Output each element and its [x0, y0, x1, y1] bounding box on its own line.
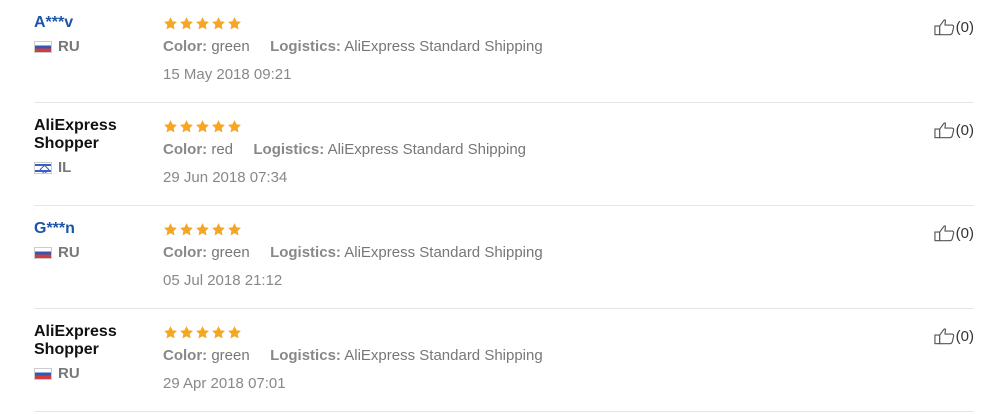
reviewer-info: AliExpress Shopper IL [34, 103, 154, 176]
logistics-value: AliExpress Standard Shipping [344, 244, 543, 261]
star-icon [164, 326, 177, 339]
flag-icon [34, 246, 52, 259]
thumbs-up-icon [934, 224, 955, 242]
star-icon [180, 223, 193, 236]
review-content: Color: green Logistics: AliExpress Stand… [163, 0, 543, 83]
reviewer-info: AliExpress Shopper RU [34, 309, 154, 382]
thumbs-up-icon [934, 121, 955, 139]
helpful-count: (0) [955, 121, 974, 139]
color-value: green [211, 347, 250, 364]
review-date: 29 Jun 2018 07:34 [163, 169, 288, 186]
logistics-label: Logistics: [270, 38, 341, 55]
feedback-item: AliExpress Shopper RU Color: green Logis… [34, 309, 974, 412]
star-rating [163, 325, 543, 341]
star-icon [196, 326, 209, 339]
helpful-button[interactable]: (0) [934, 18, 974, 36]
reviewer-country: RU [34, 244, 154, 261]
star-rating [163, 222, 543, 238]
star-icon [164, 17, 177, 30]
star-icon [228, 120, 241, 133]
star-icon [164, 223, 177, 236]
flag-icon [34, 40, 52, 53]
star-rating [163, 119, 526, 135]
review-content: Color: green Logistics: AliExpress Stand… [163, 309, 543, 392]
star-icon [228, 326, 241, 339]
helpful-button[interactable]: (0) [934, 121, 974, 139]
review-attributes: Color: green Logistics: AliExpress Stand… [163, 244, 543, 262]
color-label: Color: [163, 141, 208, 158]
reviewer-info: A***v RU [34, 0, 154, 55]
helpful-count: (0) [955, 224, 974, 242]
helpful-count: (0) [955, 327, 974, 345]
feedback-item: AliExpress Shopper IL Color: red Logisti… [34, 103, 974, 206]
reviewer-name: AliExpress Shopper [34, 323, 117, 358]
review-attributes: Color: green Logistics: AliExpress Stand… [163, 38, 543, 56]
thumbs-up-icon [934, 18, 955, 36]
star-icon [164, 120, 177, 133]
star-icon [212, 17, 225, 30]
color-label: Color: [163, 347, 208, 364]
review-date: 15 May 2018 09:21 [163, 66, 292, 83]
thumbs-up-icon [934, 327, 955, 345]
review-date: 29 Apr 2018 07:01 [163, 375, 286, 392]
reviewer-name: AliExpress Shopper [34, 117, 117, 152]
star-icon [196, 223, 209, 236]
star-icon [212, 120, 225, 133]
feedback-item: A***v RU Color: green Logistics: AliExpr… [34, 0, 974, 103]
logistics-value: AliExpress Standard Shipping [344, 38, 543, 55]
logistics-value: AliExpress Standard Shipping [327, 141, 527, 158]
review-attributes: Color: green Logistics: AliExpress Stand… [163, 347, 543, 365]
review-date: 05 Jul 2018 21:12 [163, 272, 283, 289]
star-icon [180, 17, 193, 30]
star-icon [180, 120, 193, 133]
helpful-button[interactable]: (0) [934, 327, 974, 345]
star-icon [196, 120, 209, 133]
flag-icon [34, 161, 52, 174]
country-code: RU [58, 244, 80, 261]
logistics-value: AliExpress Standard Shipping [344, 347, 543, 364]
color-label: Color: [163, 244, 208, 261]
logistics-label: Logistics: [253, 141, 325, 158]
review-attributes: Color: red Logistics: AliExpress Standar… [163, 141, 526, 159]
star-icon [196, 17, 209, 30]
logistics-label: Logistics: [270, 244, 341, 261]
flag-icon [34, 367, 52, 380]
reviewer-country: IL [34, 159, 154, 176]
reviewer-country: RU [34, 38, 154, 55]
feedback-list: A***v RU Color: green Logistics: AliExpr… [0, 0, 1000, 413]
reviewer-info: G***n RU [34, 206, 154, 261]
logistics-label: Logistics: [270, 347, 341, 364]
feedback-item: G***n RU Color: green Logistics: AliExpr… [34, 206, 974, 309]
color-value: green [211, 38, 250, 55]
star-icon [228, 223, 241, 236]
star-icon [180, 326, 193, 339]
star-icon [212, 326, 225, 339]
reviewer-name[interactable]: A***v [34, 14, 154, 32]
country-code: RU [58, 38, 80, 55]
color-value: red [211, 141, 234, 158]
star-icon [212, 223, 225, 236]
country-code: IL [58, 159, 72, 176]
color-label: Color: [163, 38, 208, 55]
review-content: Color: green Logistics: AliExpress Stand… [163, 206, 543, 289]
color-value: green [211, 244, 250, 261]
helpful-count: (0) [955, 18, 974, 36]
reviewer-name[interactable]: G***n [34, 220, 154, 238]
review-content: Color: red Logistics: AliExpress Standar… [163, 103, 526, 186]
star-icon [228, 17, 241, 30]
helpful-button[interactable]: (0) [934, 224, 974, 242]
star-rating [163, 16, 543, 32]
reviewer-country: RU [34, 365, 154, 382]
country-code: RU [58, 365, 80, 382]
